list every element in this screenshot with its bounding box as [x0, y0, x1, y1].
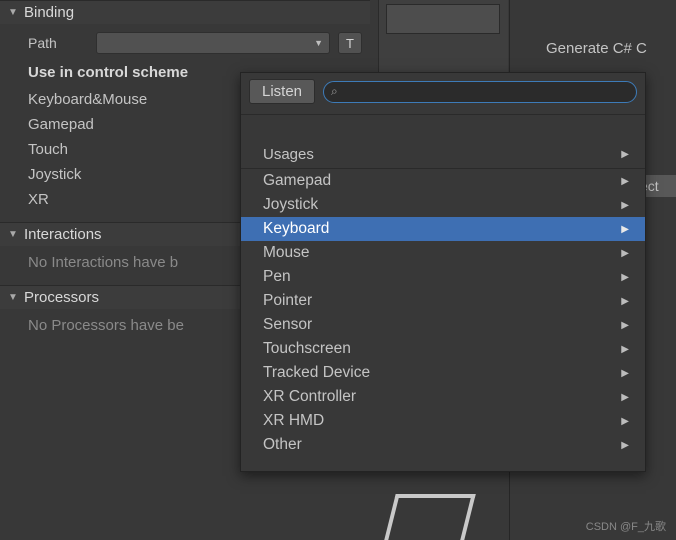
device-category-item[interactable]: XR HMD ▶ [241, 409, 645, 433]
search-wrap: ⌕ [323, 81, 637, 103]
item-label: Keyboard [263, 220, 329, 238]
path-label: Path [28, 35, 88, 51]
path-picker-popup: Listen ⌕ Usages ▶ Gamepad▶Joystick▶Keybo… [240, 72, 646, 472]
chevron-right-icon: ▶ [621, 248, 629, 259]
chevron-right-icon: ▶ [621, 200, 629, 211]
foldout-icon: ▼ [8, 229, 20, 240]
device-category-item[interactable]: Mouse ▶ [241, 241, 645, 265]
binding-label: Binding [24, 4, 74, 21]
item-label: Tracked Device [263, 364, 370, 382]
chevron-right-icon: ▶ [621, 344, 629, 355]
item-label: Sensor [263, 316, 312, 334]
item-label: Joystick [263, 196, 318, 214]
item-label: Touchscreen [263, 340, 351, 358]
search-input[interactable] [323, 81, 637, 103]
item-label: Gamepad [263, 172, 331, 190]
binding-section-header[interactable]: ▼ Binding [0, 0, 370, 24]
chevron-down-icon: ▼ [314, 38, 323, 48]
chevron-right-icon: ▶ [621, 416, 629, 427]
item-label: XR Controller [263, 388, 356, 406]
chevron-right-icon: ▶ [621, 368, 629, 379]
item-label: Pointer [263, 292, 312, 310]
device-category-item[interactable]: Touchscreen ▶ [241, 337, 645, 361]
search-icon: ⌕ [331, 84, 338, 99]
device-category-item[interactable]: Keyboard ▶ [241, 217, 645, 241]
foldout-icon: ▼ [8, 292, 20, 303]
device-category-item[interactable]: Tracked Device ▶ [241, 361, 645, 385]
popup-toolbar: Listen ⌕ [241, 73, 645, 114]
listen-button[interactable]: Listen [249, 79, 315, 104]
background-shape [384, 494, 475, 540]
chevron-right-icon: ▶ [621, 176, 629, 187]
path-row: Path ▼ T [0, 28, 370, 58]
chevron-right-icon: ▶ [621, 320, 629, 331]
item-label: Mouse [263, 244, 310, 262]
item-label: XR HMD [263, 412, 324, 430]
processors-label: Processors [24, 289, 99, 306]
device-category-item[interactable]: Pointer ▶ [241, 289, 645, 313]
item-label: Pen [263, 268, 291, 286]
device-category-item[interactable]: Pen ▶ [241, 265, 645, 289]
watermark: CSDN @F_九歌 [586, 518, 666, 534]
text-mode-button[interactable]: T [338, 32, 362, 54]
usages-item[interactable]: Usages ▶ [241, 141, 645, 169]
chevron-right-icon: ▶ [621, 296, 629, 307]
chevron-right-icon: ▶ [621, 149, 629, 160]
chevron-right-icon: ▶ [621, 392, 629, 403]
foldout-icon: ▼ [8, 7, 20, 18]
chevron-right-icon: ▶ [621, 440, 629, 451]
chevron-right-icon: ▶ [621, 224, 629, 235]
device-category-item[interactable]: Joystick ▶ [241, 193, 645, 217]
device-category-item[interactable]: Other ▶ [241, 433, 645, 457]
item-label: Other [263, 436, 302, 454]
middle-panel-box [386, 4, 500, 34]
device-category-item[interactable]: XR Controller ▶ [241, 385, 645, 409]
path-dropdown[interactable]: ▼ [96, 32, 330, 54]
device-category-item[interactable]: Sensor ▶ [241, 313, 645, 337]
generate-csharp-label: Generate C# C [546, 40, 647, 57]
interactions-label: Interactions [24, 226, 102, 243]
chevron-right-icon: ▶ [621, 272, 629, 283]
device-category-item[interactable]: Gamepad ▶ [241, 169, 645, 193]
